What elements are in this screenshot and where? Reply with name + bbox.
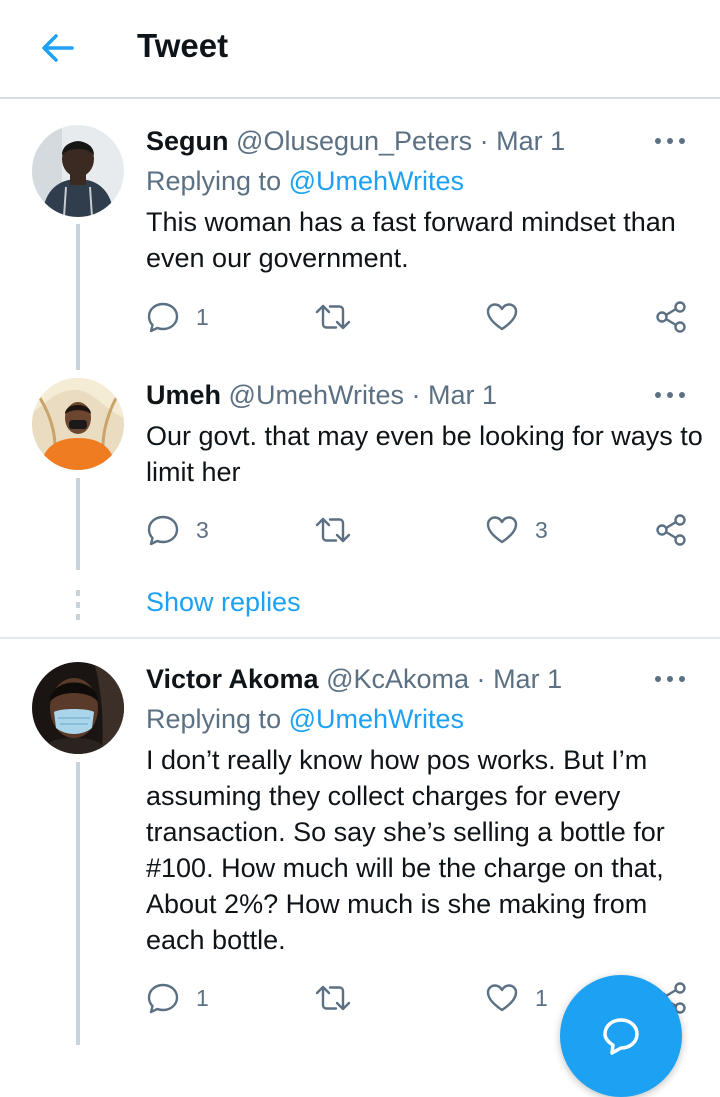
replying-to-link[interactable]: @UmehWrites <box>289 704 464 734</box>
like-button[interactable]: 1 <box>485 980 548 1016</box>
thread-line <box>76 478 80 570</box>
page-title: Tweet <box>137 27 229 64</box>
display-name[interactable]: Victor Akoma <box>146 664 319 694</box>
divider <box>0 637 720 639</box>
avatar[interactable] <box>32 378 124 470</box>
retweet-icon <box>315 517 351 543</box>
avatar[interactable] <box>32 662 124 754</box>
separator-dot: · <box>476 664 486 694</box>
like-count: 3 <box>535 516 548 543</box>
like-count: 1 <box>535 984 548 1011</box>
reply-icon <box>147 302 179 333</box>
tweet-date[interactable]: Mar 1 <box>496 126 565 156</box>
reply-icon <box>147 515 179 546</box>
separator-dot: · <box>479 126 489 156</box>
tweet-text: This woman has a fast forward mindset th… <box>146 207 676 273</box>
show-replies-link[interactable]: Show replies <box>146 587 301 618</box>
more-options-button[interactable] <box>654 388 686 402</box>
more-options-button[interactable] <box>654 134 686 148</box>
like-button[interactable] <box>485 299 535 335</box>
tweet-header: Victor Akoma @KcAkoma · Mar 1 <box>146 664 562 695</box>
compose-reply-icon <box>603 1018 639 1055</box>
reply-button[interactable]: 1 <box>146 299 209 335</box>
display-name[interactable]: Umeh <box>146 380 221 410</box>
share-button[interactable] <box>654 299 688 335</box>
retweet-button[interactable] <box>314 980 368 1016</box>
reply-count: 3 <box>196 516 209 543</box>
more-horizontal-icon <box>655 138 685 144</box>
back-button[interactable] <box>38 30 78 66</box>
reply-button[interactable]: 1 <box>146 980 209 1016</box>
like-button[interactable]: 3 <box>485 512 548 548</box>
user-handle[interactable]: @UmehWrites <box>229 380 404 410</box>
thread-line <box>76 224 80 370</box>
more-horizontal-icon <box>655 676 685 682</box>
arrow-left-icon <box>42 34 74 62</box>
avatar[interactable] <box>32 125 124 217</box>
compose-reply-button[interactable] <box>560 975 682 1097</box>
reply-button[interactable]: 3 <box>146 512 209 548</box>
heart-icon <box>486 516 518 544</box>
reply-icon <box>147 983 179 1014</box>
replying-to: Replying to @UmehWrites <box>146 704 464 735</box>
user-handle[interactable]: @KcAkoma <box>326 664 469 694</box>
reply-count: 1 <box>196 303 209 330</box>
display-name[interactable]: Segun <box>146 126 229 156</box>
replying-to-label: Replying to <box>146 704 282 734</box>
tweet-text: I don’t really know how pos works. But I… <box>146 745 665 955</box>
retweet-button[interactable] <box>314 299 368 335</box>
thread-dots <box>76 590 80 620</box>
replying-to: Replying to @UmehWrites <box>146 166 464 197</box>
share-icon <box>656 514 686 546</box>
heart-icon <box>486 984 518 1012</box>
retweet-icon <box>315 304 351 330</box>
tweet-header: Segun @Olusegun_Peters · Mar 1 <box>146 126 565 157</box>
separator-dot: · <box>411 380 421 410</box>
tweet-header: Umeh @UmehWrites · Mar 1 <box>146 380 497 411</box>
top-bar: Tweet <box>0 0 720 99</box>
reply-count: 1 <box>196 984 209 1011</box>
heart-icon <box>486 303 518 331</box>
thread-line <box>76 762 80 1045</box>
replying-to-label: Replying to <box>146 166 282 196</box>
more-horizontal-icon <box>655 392 685 398</box>
retweet-button[interactable] <box>314 512 368 548</box>
tweet-date[interactable]: Mar 1 <box>493 664 562 694</box>
retweet-icon <box>315 985 351 1011</box>
tweet-date[interactable]: Mar 1 <box>428 380 497 410</box>
share-button[interactable] <box>654 512 688 548</box>
tweet-text: Our govt. that may even be looking for w… <box>146 421 703 487</box>
share-icon <box>656 301 686 333</box>
user-handle[interactable]: @Olusegun_Peters <box>236 126 472 156</box>
more-options-button[interactable] <box>654 672 686 686</box>
replying-to-link[interactable]: @UmehWrites <box>289 166 464 196</box>
